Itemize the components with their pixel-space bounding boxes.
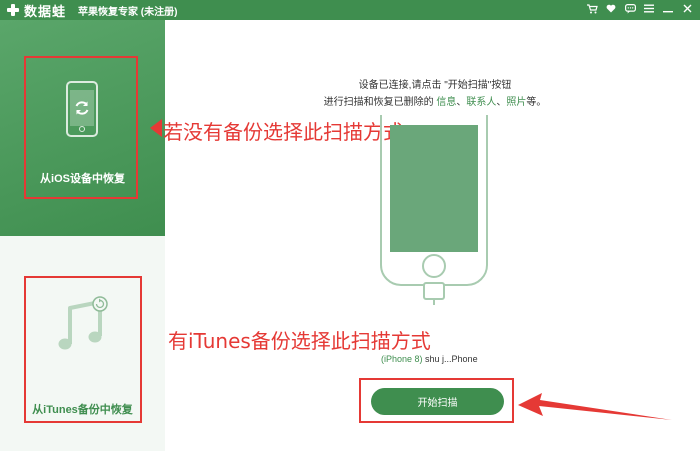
close-icon[interactable]	[680, 2, 694, 17]
connected-phone-icon	[380, 115, 488, 305]
app-logo: 数据蛙	[6, 1, 66, 20]
brand-name: 数据蛙	[24, 3, 67, 19]
sidebar-item-label: 从iOS设备中恢复	[40, 173, 125, 185]
menu-icon[interactable]	[642, 2, 656, 17]
instruction-suffix: 等。	[526, 97, 547, 108]
annotation-arrow-left	[150, 119, 162, 137]
cross-logo-icon	[6, 3, 20, 17]
window-controls	[585, 2, 694, 17]
cart-icon[interactable]	[585, 2, 599, 17]
title-bar: 数据蛙 苹果恢复专家 (未注册)	[0, 0, 700, 20]
minimize-icon[interactable]	[661, 2, 675, 17]
sidebar: 从iOS设备中恢复 从iTunes备份中恢复	[0, 20, 165, 451]
sidebar-item-ios[interactable]: 从iOS设备中恢复	[0, 20, 165, 236]
sidebar-item-label: 从iTunes备份中恢复	[32, 404, 133, 416]
app-title: 苹果恢复专家 (未注册)	[78, 6, 178, 18]
instruction-line-1: 设备已连接,请点击 "开始扫描"按钮	[358, 80, 512, 91]
sidebar-item-itunes[interactable]: 从iTunes备份中恢复	[0, 236, 165, 451]
separator: 、	[496, 97, 507, 108]
start-scan-button[interactable]: 开始扫描	[371, 388, 504, 415]
annotation-has-itunes: 有iTunes备份选择此扫描方式	[168, 329, 431, 353]
phone-refresh-icon	[66, 81, 98, 137]
device-model: (iPhone 8)	[381, 354, 423, 364]
annotation-arrow-button	[518, 393, 672, 420]
device-name-text: shu j...Phone	[422, 354, 478, 364]
link-photos[interactable]: 照片	[506, 97, 526, 108]
chat-icon[interactable]	[623, 2, 637, 17]
heart-icon[interactable]	[604, 2, 618, 17]
music-note-icon	[58, 296, 108, 350]
annotation-no-backup: 若没有备份选择此扫描方式	[163, 120, 403, 144]
device-name: (iPhone 8) shu j...Phone	[381, 354, 478, 364]
